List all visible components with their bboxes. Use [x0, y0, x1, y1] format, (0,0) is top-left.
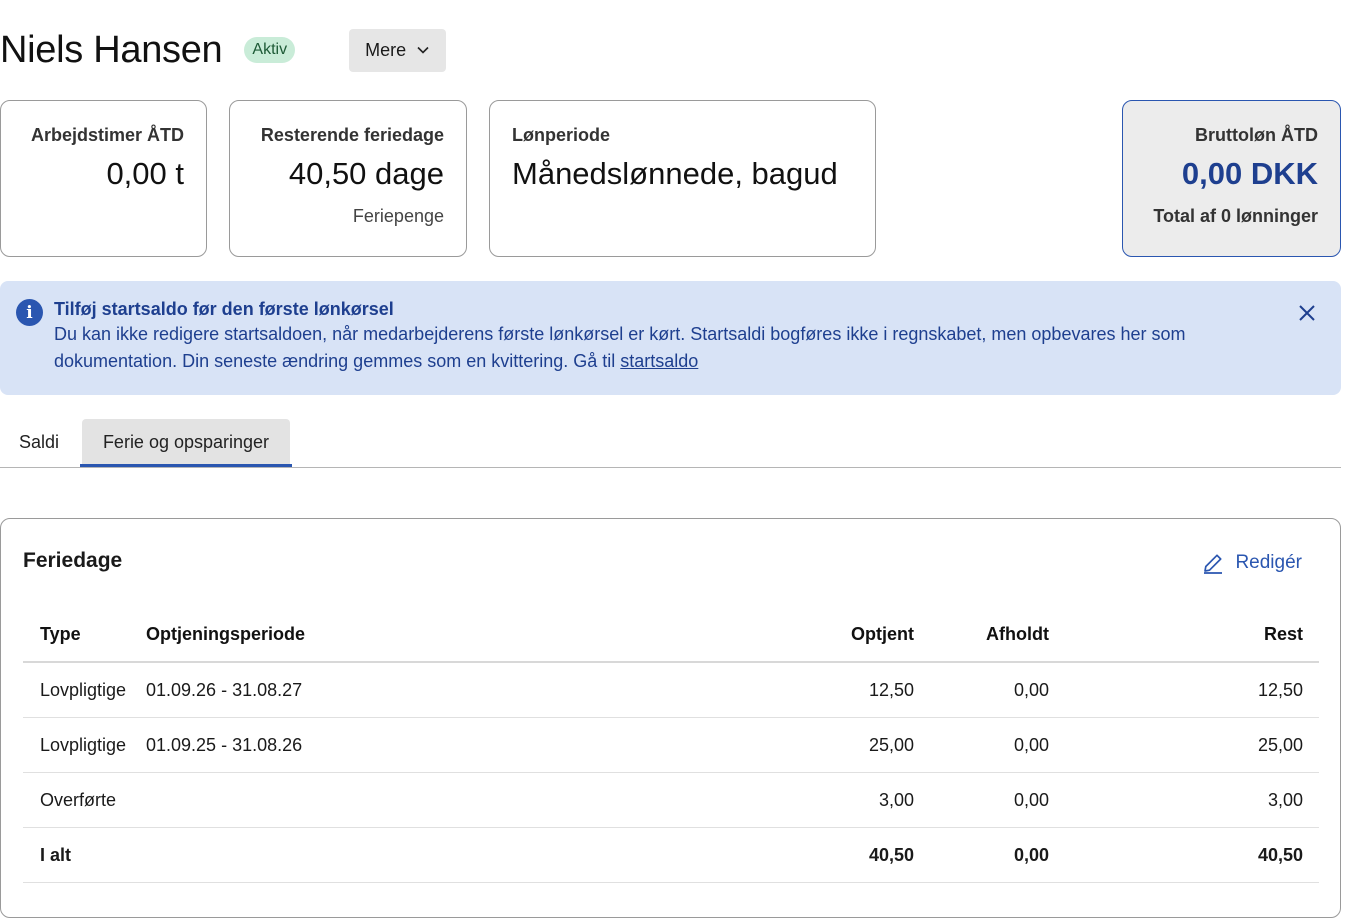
cell-total-earned: 40,50 [706, 827, 914, 883]
card-period-label: Lønperiode [512, 125, 610, 145]
close-icon[interactable] [1297, 303, 1317, 323]
cell-total-rest: 40,50 [1049, 827, 1319, 883]
cell-earned: 3,00 [706, 772, 914, 828]
cell-type: Overførte [23, 772, 146, 828]
tab-saldi[interactable]: Saldi [19, 419, 59, 465]
cell-total-taken: 0,00 [914, 827, 1049, 883]
card-vacation-label: Resterende feriedage [260, 125, 444, 145]
card-gross-sub: Total af 0 lønninger [1153, 206, 1318, 226]
table-row: Lovpligtige 01.09.26 - 31.08.27 12,50 0,… [23, 662, 1319, 718]
table-row: Lovpligtige 01.09.25 - 31.08.26 25,00 0,… [23, 717, 1319, 773]
cell-period: 01.09.25 - 31.08.26 [146, 717, 706, 773]
cell-period: 01.09.26 - 31.08.27 [146, 662, 706, 718]
cell-earned: 12,50 [706, 662, 914, 718]
table-header-row: Type Optjeningsperiode Optjent Afholdt R… [23, 607, 1319, 663]
cell-rest: 12,50 [1049, 662, 1319, 718]
active-tab-indicator [80, 464, 292, 467]
more-button[interactable]: Mere [349, 28, 447, 72]
col-earned: Optjent [706, 607, 914, 663]
card-hours-value: 0,00 t [106, 156, 184, 191]
card-hours: Arbejdstimer ÅTD 0,00 t [0, 100, 207, 257]
card-gross-label: Bruttoløn ÅTD [1195, 125, 1318, 145]
pencil-icon [1204, 554, 1223, 574]
cell-taken: 0,00 [914, 717, 1049, 773]
col-type: Type [23, 607, 146, 663]
startsaldo-link[interactable]: startsaldo [620, 351, 698, 371]
cell-rest: 25,00 [1049, 717, 1319, 773]
status-badge: Aktiv [244, 37, 296, 63]
card-gross-pay: Bruttoløn ÅTD 0,00 DKK Total af 0 lønnin… [1122, 100, 1341, 257]
cell-total-label: I alt [23, 827, 146, 883]
card-vacation: Resterende feriedage 40,50 dage Feriepen… [229, 100, 467, 257]
card-vacation-sub: Feriepenge [352, 206, 444, 226]
cell-earned: 25,00 [706, 717, 914, 773]
cell-period [146, 827, 706, 883]
col-period: Optjeningsperiode [146, 607, 706, 663]
info-icon: i [16, 299, 43, 326]
card-gross-value: 0,00 DKK [1181, 156, 1318, 191]
table-total-row: I alt 40,50 0,00 40,50 [23, 827, 1319, 883]
card-pay-period: Lønperiode Månedslønnede, bagud [489, 100, 876, 257]
table-row: Overførte 3,00 0,00 3,00 [23, 772, 1319, 828]
cell-type: Lovpligtige [23, 662, 146, 718]
cell-taken: 0,00 [914, 772, 1049, 828]
cell-rest: 3,00 [1049, 772, 1319, 828]
more-button-label: Mere [365, 39, 407, 60]
card-period-value: Månedslønnede, bagud [512, 156, 838, 191]
tab-ferie-og-opsparinger[interactable]: Ferie og opsparinger [82, 419, 290, 465]
col-rest: Rest [1049, 607, 1319, 663]
info-title: Tilføj startsaldo før den første lønkørs… [54, 299, 394, 319]
edit-button[interactable]: Redigér [1201, 551, 1302, 575]
page-header: Niels Hansen Aktiv Mere [0, 26, 447, 74]
employee-name: Niels Hansen [0, 28, 223, 71]
info-text: Du kan ikke redigere startsaldoen, når m… [54, 321, 1287, 375]
info-banner: i Tilføj startsaldo før den første lønkø… [0, 281, 1341, 395]
cell-taken: 0,00 [914, 662, 1049, 718]
feriedage-panel: Feriedage Redigér Type Optjeningsperiode… [0, 518, 1341, 918]
panel-title: Feriedage [23, 549, 123, 572]
tab-bar: Saldi Ferie og opsparinger [0, 419, 1341, 468]
col-taken: Afholdt [914, 607, 1049, 663]
vacation-table: Type Optjeningsperiode Optjent Afholdt R… [23, 607, 1319, 883]
edit-button-label: Redigér [1235, 552, 1302, 573]
card-vacation-value: 40,50 dage [288, 156, 444, 191]
cell-period [146, 772, 706, 828]
card-hours-label: Arbejdstimer ÅTD [30, 125, 184, 145]
cell-type: Lovpligtige [23, 717, 146, 773]
chevron-down-icon [417, 46, 429, 54]
